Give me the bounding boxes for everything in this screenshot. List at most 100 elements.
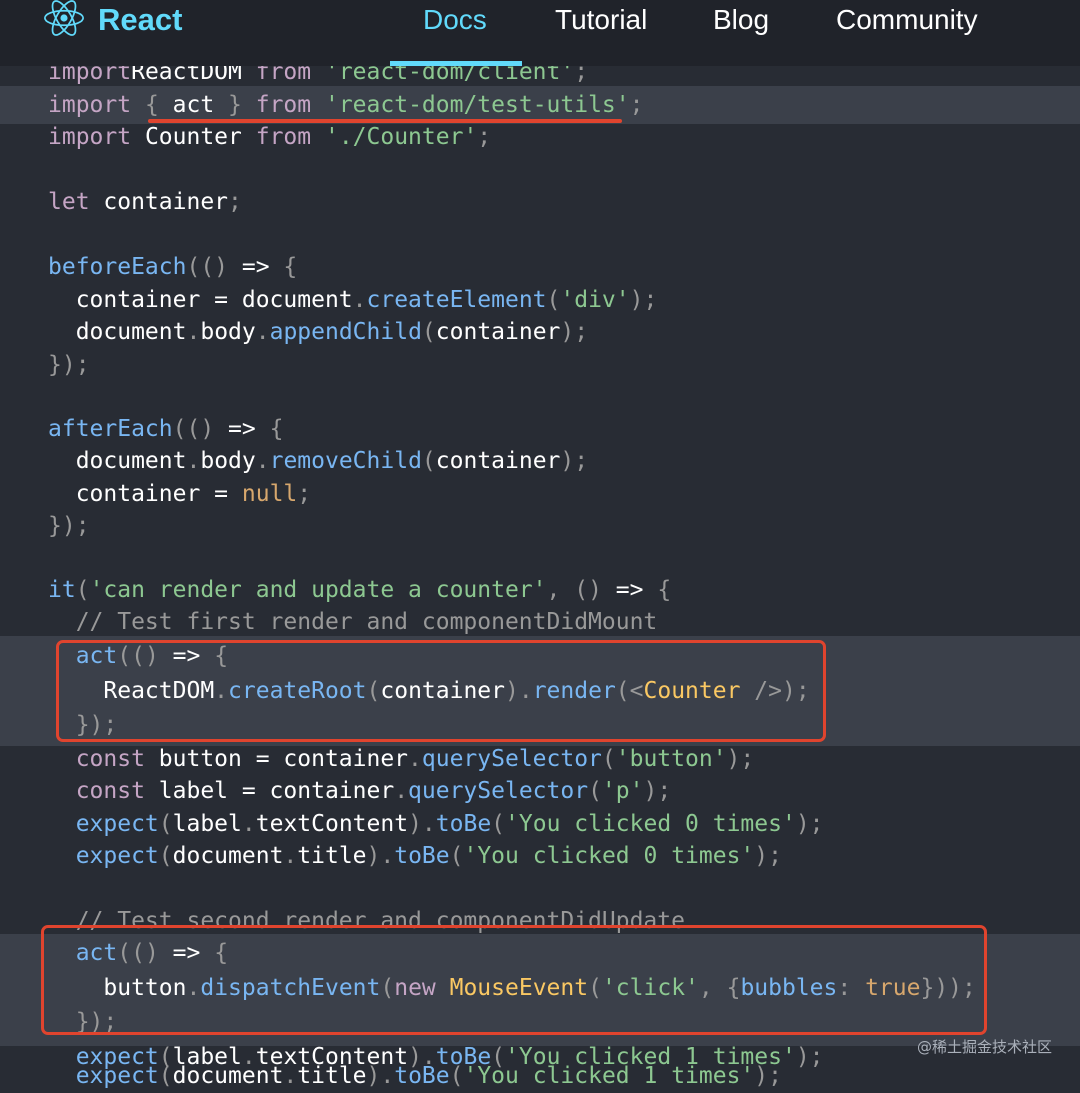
code-line: import Counter from './Counter'; [0, 121, 1080, 154]
code-token: container [435, 448, 561, 474]
annotation-box [56, 640, 826, 742]
code-token: const [48, 746, 159, 772]
code-line: expect(document.title).toBe('You clicked… [0, 840, 1080, 873]
code-token: { [283, 254, 298, 280]
code-token: ( [421, 448, 436, 474]
code-line: container = null; [0, 478, 1080, 511]
nav-docs[interactable]: Docs [423, 0, 487, 40]
code-token: label [172, 811, 242, 837]
code-token: . [186, 448, 201, 474]
code-token: . [283, 1063, 298, 1090]
code-token: . [394, 778, 409, 804]
code-token: ); [795, 811, 824, 837]
code-token: }); [48, 513, 90, 539]
code-line: // Test first render and componentDidMou… [0, 606, 1080, 639]
code-token: . [241, 811, 256, 837]
code-token: . [186, 319, 201, 345]
code-token: { [144, 92, 173, 118]
code-token: ( [158, 811, 173, 837]
code-token: title [297, 1063, 367, 1090]
code-token: querySelector [408, 778, 589, 804]
code-token: . [255, 319, 270, 345]
code-token: ; [228, 189, 242, 215]
code-token: ( [158, 843, 173, 869]
code-token: toBe [435, 811, 492, 837]
code-token: let [48, 189, 104, 215]
code-token: ( [449, 1063, 464, 1090]
code-token: querySelector [421, 746, 602, 772]
code-token: ( [601, 746, 616, 772]
code-token: act [172, 92, 229, 118]
code-token: 'p' [601, 778, 644, 804]
code-token: ); [629, 287, 658, 313]
code-token: => [228, 416, 270, 442]
code-line: container = document.createElement('div'… [0, 284, 1080, 317]
code-token: ); [726, 746, 755, 772]
code-token: document [48, 319, 187, 345]
code-line: const label = container.querySelector('p… [0, 775, 1080, 808]
code-line: import { act } from 'react-dom/test-util… [0, 89, 1080, 122]
code-line: let container; [0, 186, 1080, 219]
code-line: expect(label.textContent).toBe('You clic… [0, 808, 1080, 841]
code-line: document.body.appendChild(container); [0, 316, 1080, 349]
code-token: from [255, 124, 325, 150]
code-line: expect(document.title).toBe('You clicked… [0, 1060, 1080, 1093]
active-nav-indicator [390, 61, 522, 66]
code-token: 'button' [615, 746, 727, 772]
code-token: createElement [366, 287, 547, 313]
top-navigation: React Docs Tutorial Blog Community [0, 0, 1080, 66]
code-token: document [172, 1063, 284, 1090]
code-line: const button = container.querySelector('… [0, 743, 1080, 776]
code-token: toBe [394, 1063, 450, 1090]
brand-link[interactable]: React [44, 0, 182, 40]
nav-tutorial[interactable]: Tutorial [555, 0, 647, 40]
code-token: ( [546, 287, 561, 313]
code-token: it [48, 577, 76, 603]
code-token: ( [421, 319, 436, 345]
code-token: null [241, 481, 298, 507]
code-token: expect [48, 843, 159, 869]
code-line: document.body.removeChild(container); [0, 445, 1080, 478]
code-token: label = container [158, 778, 395, 804]
code-token: body [200, 448, 256, 474]
code-token: './Counter' [324, 124, 478, 150]
code-token: document [48, 448, 187, 474]
code-token: // Test first render and componentDidMou… [48, 609, 658, 635]
code-token: . [352, 287, 367, 313]
code-token: ); [643, 778, 672, 804]
code-token: removeChild [269, 448, 422, 474]
code-token: ( [491, 811, 506, 837]
code-token: title [297, 843, 367, 869]
code-token: import [48, 92, 145, 118]
nav-community[interactable]: Community [836, 0, 978, 40]
code-token: } [228, 92, 256, 118]
code-token: ( [588, 778, 602, 804]
code-token: ( [449, 843, 464, 869]
code-token: body [200, 319, 256, 345]
code-token: . [283, 843, 298, 869]
code-token: ; [477, 124, 492, 150]
code-token: import [48, 124, 145, 150]
annotation-box [41, 925, 987, 1035]
code-token: afterEach [48, 416, 173, 442]
annotation-underline [148, 119, 622, 123]
code-line: it('can render and update a counter', ()… [0, 574, 1080, 607]
code-token: container [435, 319, 561, 345]
code-token: 'You clicked 1 times' [463, 1063, 755, 1090]
code-token: expect [48, 811, 159, 837]
nav-blog[interactable]: Blog [713, 0, 769, 40]
code-token: document [172, 843, 284, 869]
code-token: container = document [48, 287, 353, 313]
code-token: toBe [394, 843, 450, 869]
code-token: ). [366, 1063, 395, 1090]
code-token: appendChild [269, 319, 422, 345]
code-token: container = [48, 481, 242, 507]
code-token: textContent [255, 811, 409, 837]
code-token: => [241, 254, 284, 280]
code-token: . [408, 746, 422, 772]
react-logo-icon [44, 0, 84, 43]
code-token: beforeEach [48, 254, 187, 280]
code-line: beforeEach(() => { [0, 251, 1080, 284]
